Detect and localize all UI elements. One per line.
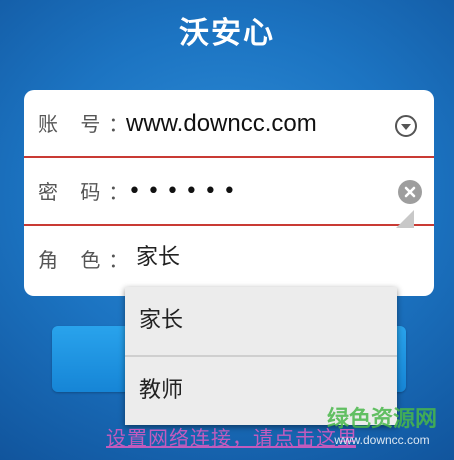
account-input[interactable]: www.downcc.com (126, 90, 317, 158)
watermark-title: 绿色资源网 (326, 407, 437, 432)
clear-circle-icon[interactable] (398, 180, 422, 204)
app-title: 沃安心 (179, 16, 275, 51)
password-input[interactable]: •••••• (128, 158, 242, 226)
menu-item-parent[interactable]: 家长 (125, 287, 397, 355)
account-label: 账 号： (38, 112, 137, 136)
role-select[interactable]: 家长 (136, 226, 180, 294)
password-row[interactable]: 密 码： •••••• (24, 158, 434, 226)
login-form-card: 账 号： www.downcc.com 密 码： •••••• 角 色： 家长 (24, 90, 434, 296)
chevron-down-circle-icon[interactable] (394, 114, 418, 138)
role-row[interactable]: 角 色： 家长 (24, 226, 434, 296)
password-label: 密 码： (38, 180, 137, 204)
role-label: 角 色： (38, 248, 137, 272)
watermark-logo: 绿色资源网 www.downcc.com (314, 408, 450, 454)
spinner-corner-icon (396, 210, 414, 228)
account-row[interactable]: 账 号： www.downcc.com (24, 90, 434, 158)
watermark-url: www.downcc.com (334, 433, 430, 447)
role-dropdown-menu: 家长 教师 (125, 287, 397, 425)
